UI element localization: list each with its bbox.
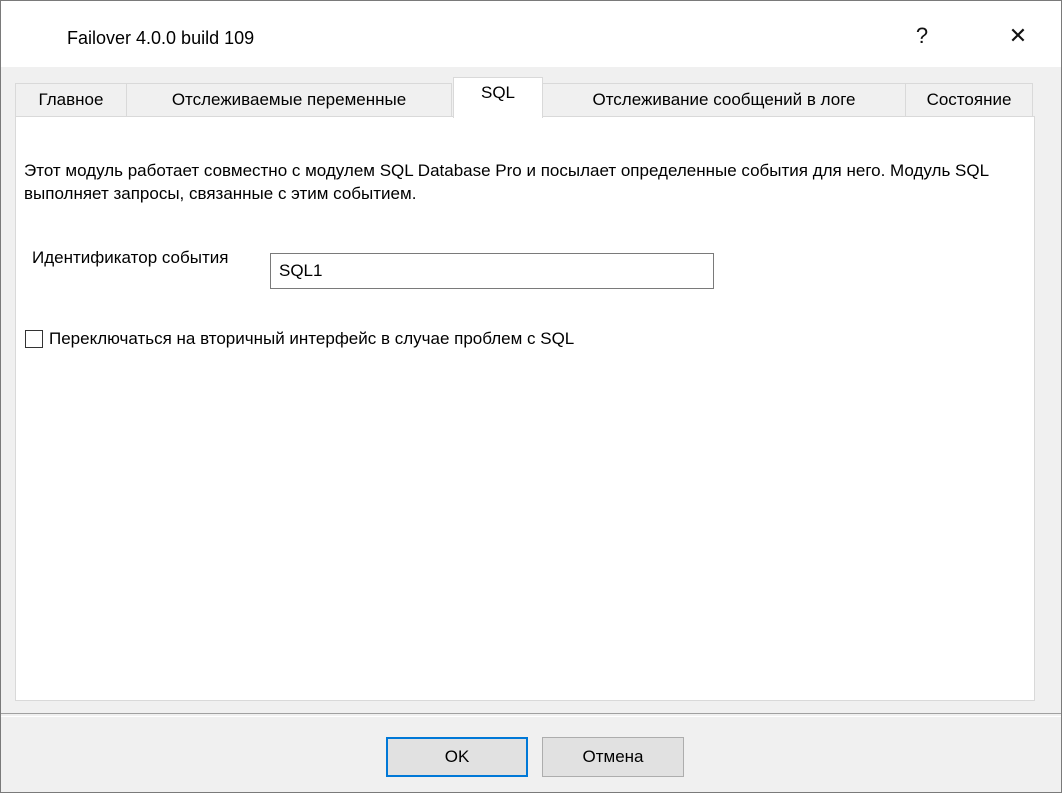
module-description: Этот модуль работает совместно с модулем… [24,161,989,203]
switch-interface-checkbox-row[interactable]: Переключаться на вторичный интерфейс в с… [25,328,574,350]
tab-strip: Главное Отслеживаемые переменные SQL Отс… [15,77,1035,118]
tab-sql[interactable]: SQL [453,77,543,118]
title-bar: Failover 4.0.0 build 109 ? ✕ [1,1,1061,67]
close-button[interactable]: ✕ [995,13,1041,59]
event-id-label: Идентификатор события [32,248,229,267]
cancel-button[interactable]: Отмена [542,737,684,777]
switch-interface-checkbox[interactable] [25,330,43,348]
sql-tab-panel: Этот модуль работает совместно с модулем… [15,116,1035,701]
footer-divider [1,713,1061,717]
tab-main[interactable]: Главное [15,83,127,117]
tab-status[interactable]: Состояние [905,83,1033,117]
ok-button[interactable]: OK [386,737,528,777]
tab-log-monitoring[interactable]: Отслеживание сообщений в логе [542,83,906,117]
help-button[interactable]: ? [899,13,945,59]
switch-interface-checkbox-label[interactable]: Переключаться на вторичный интерфейс в с… [49,329,574,349]
window-title: Failover 4.0.0 build 109 [67,28,255,48]
dialog-window: Failover 4.0.0 build 109 ? ✕ Главное Отс… [0,0,1062,793]
event-id-input[interactable] [270,253,714,289]
tab-monitored-variables[interactable]: Отслеживаемые переменные [126,83,452,117]
